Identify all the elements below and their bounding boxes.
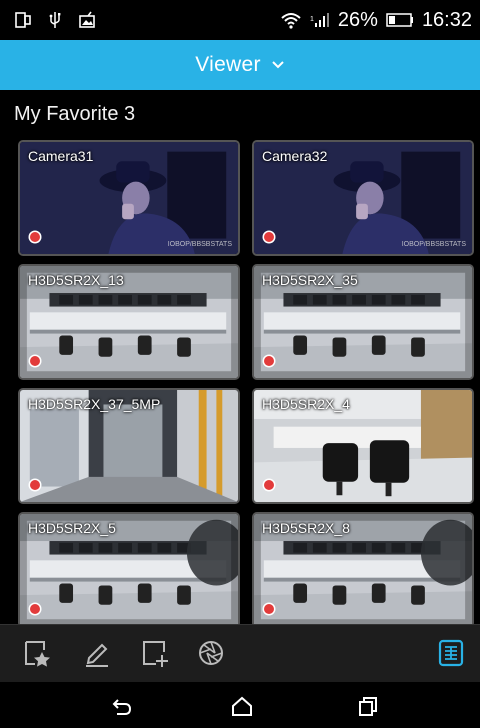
chevron-down-icon[interactable]	[271, 58, 285, 72]
camera-tile[interactable]: Camera31 IOBOP/BBSBSTATS	[18, 140, 240, 256]
recording-indicator-icon	[30, 356, 40, 366]
recording-indicator-icon	[30, 480, 40, 490]
add-view-icon[interactable]	[140, 638, 170, 668]
screen-mirror-icon	[15, 12, 31, 28]
camera-name: H3D5SR2X_4	[262, 396, 350, 412]
camera-tile[interactable]: H3D5SR2X_35	[252, 264, 474, 380]
clock: 16:32	[421, 8, 472, 31]
battery-percent: 26%	[337, 8, 378, 31]
usb-icon	[49, 12, 61, 28]
recording-indicator-icon	[264, 480, 274, 490]
wifi-icon	[281, 13, 301, 29]
camera-name: H3D5SR2X_37_5MP	[28, 396, 161, 412]
favorite-add-icon[interactable]	[22, 638, 52, 668]
recording-indicator-icon	[30, 232, 40, 242]
page-title[interactable]: Viewer	[195, 53, 261, 77]
camera-name: H3D5SR2X_13	[28, 272, 124, 288]
camera-name: H3D5SR2X_8	[262, 520, 350, 536]
camera-tile[interactable]: Camera32 IOBOP/BBSBSTATS	[252, 140, 474, 256]
recording-indicator-icon	[264, 232, 274, 242]
svg-text:1: 1	[310, 16, 314, 23]
edit-icon[interactable]	[82, 638, 112, 668]
video-watermark: IOBOP/BBSBSTATS	[401, 241, 466, 248]
camera-tile[interactable]: H3D5SR2X_4	[252, 388, 474, 504]
camera-name: H3D5SR2X_5	[28, 520, 116, 536]
status-bar: 1 26% 16:32	[0, 0, 480, 40]
signal-icon: 1	[310, 13, 329, 27]
battery-icon	[386, 13, 413, 27]
camera-tile[interactable]: H3D5SR2X_37_5MP	[18, 388, 240, 504]
back-icon[interactable]	[110, 694, 134, 718]
video-watermark: IOBOP/BBSBSTATS	[167, 241, 232, 248]
photo-notification-icon	[79, 11, 95, 28]
camera-grid: Camera31 IOBOP/BBSBSTATS Camera32 IOBOP/BB…	[18, 140, 476, 628]
camera-tile[interactable]: H3D5SR2X_13	[18, 264, 240, 380]
home-icon[interactable]	[230, 694, 254, 718]
recents-icon[interactable]	[356, 694, 380, 718]
camera-name: H3D5SR2X_35	[262, 272, 358, 288]
viewer-header[interactable]: Viewer	[0, 40, 480, 90]
aperture-icon[interactable]	[196, 638, 226, 668]
camera-tile[interactable]: H3D5SR2X_8	[252, 512, 474, 628]
camera-name: Camera32	[262, 148, 328, 164]
recording-indicator-icon	[264, 356, 274, 366]
recording-indicator-icon	[264, 604, 274, 614]
system-nav-bar	[0, 682, 480, 728]
bottom-toolbar	[0, 624, 480, 682]
camera-name: Camera31	[28, 148, 94, 164]
layout-grid-icon[interactable]	[436, 638, 466, 668]
recording-indicator-icon	[30, 604, 40, 614]
group-title: My Favorite 3	[14, 103, 136, 125]
camera-tile[interactable]: H3D5SR2X_5	[18, 512, 240, 628]
